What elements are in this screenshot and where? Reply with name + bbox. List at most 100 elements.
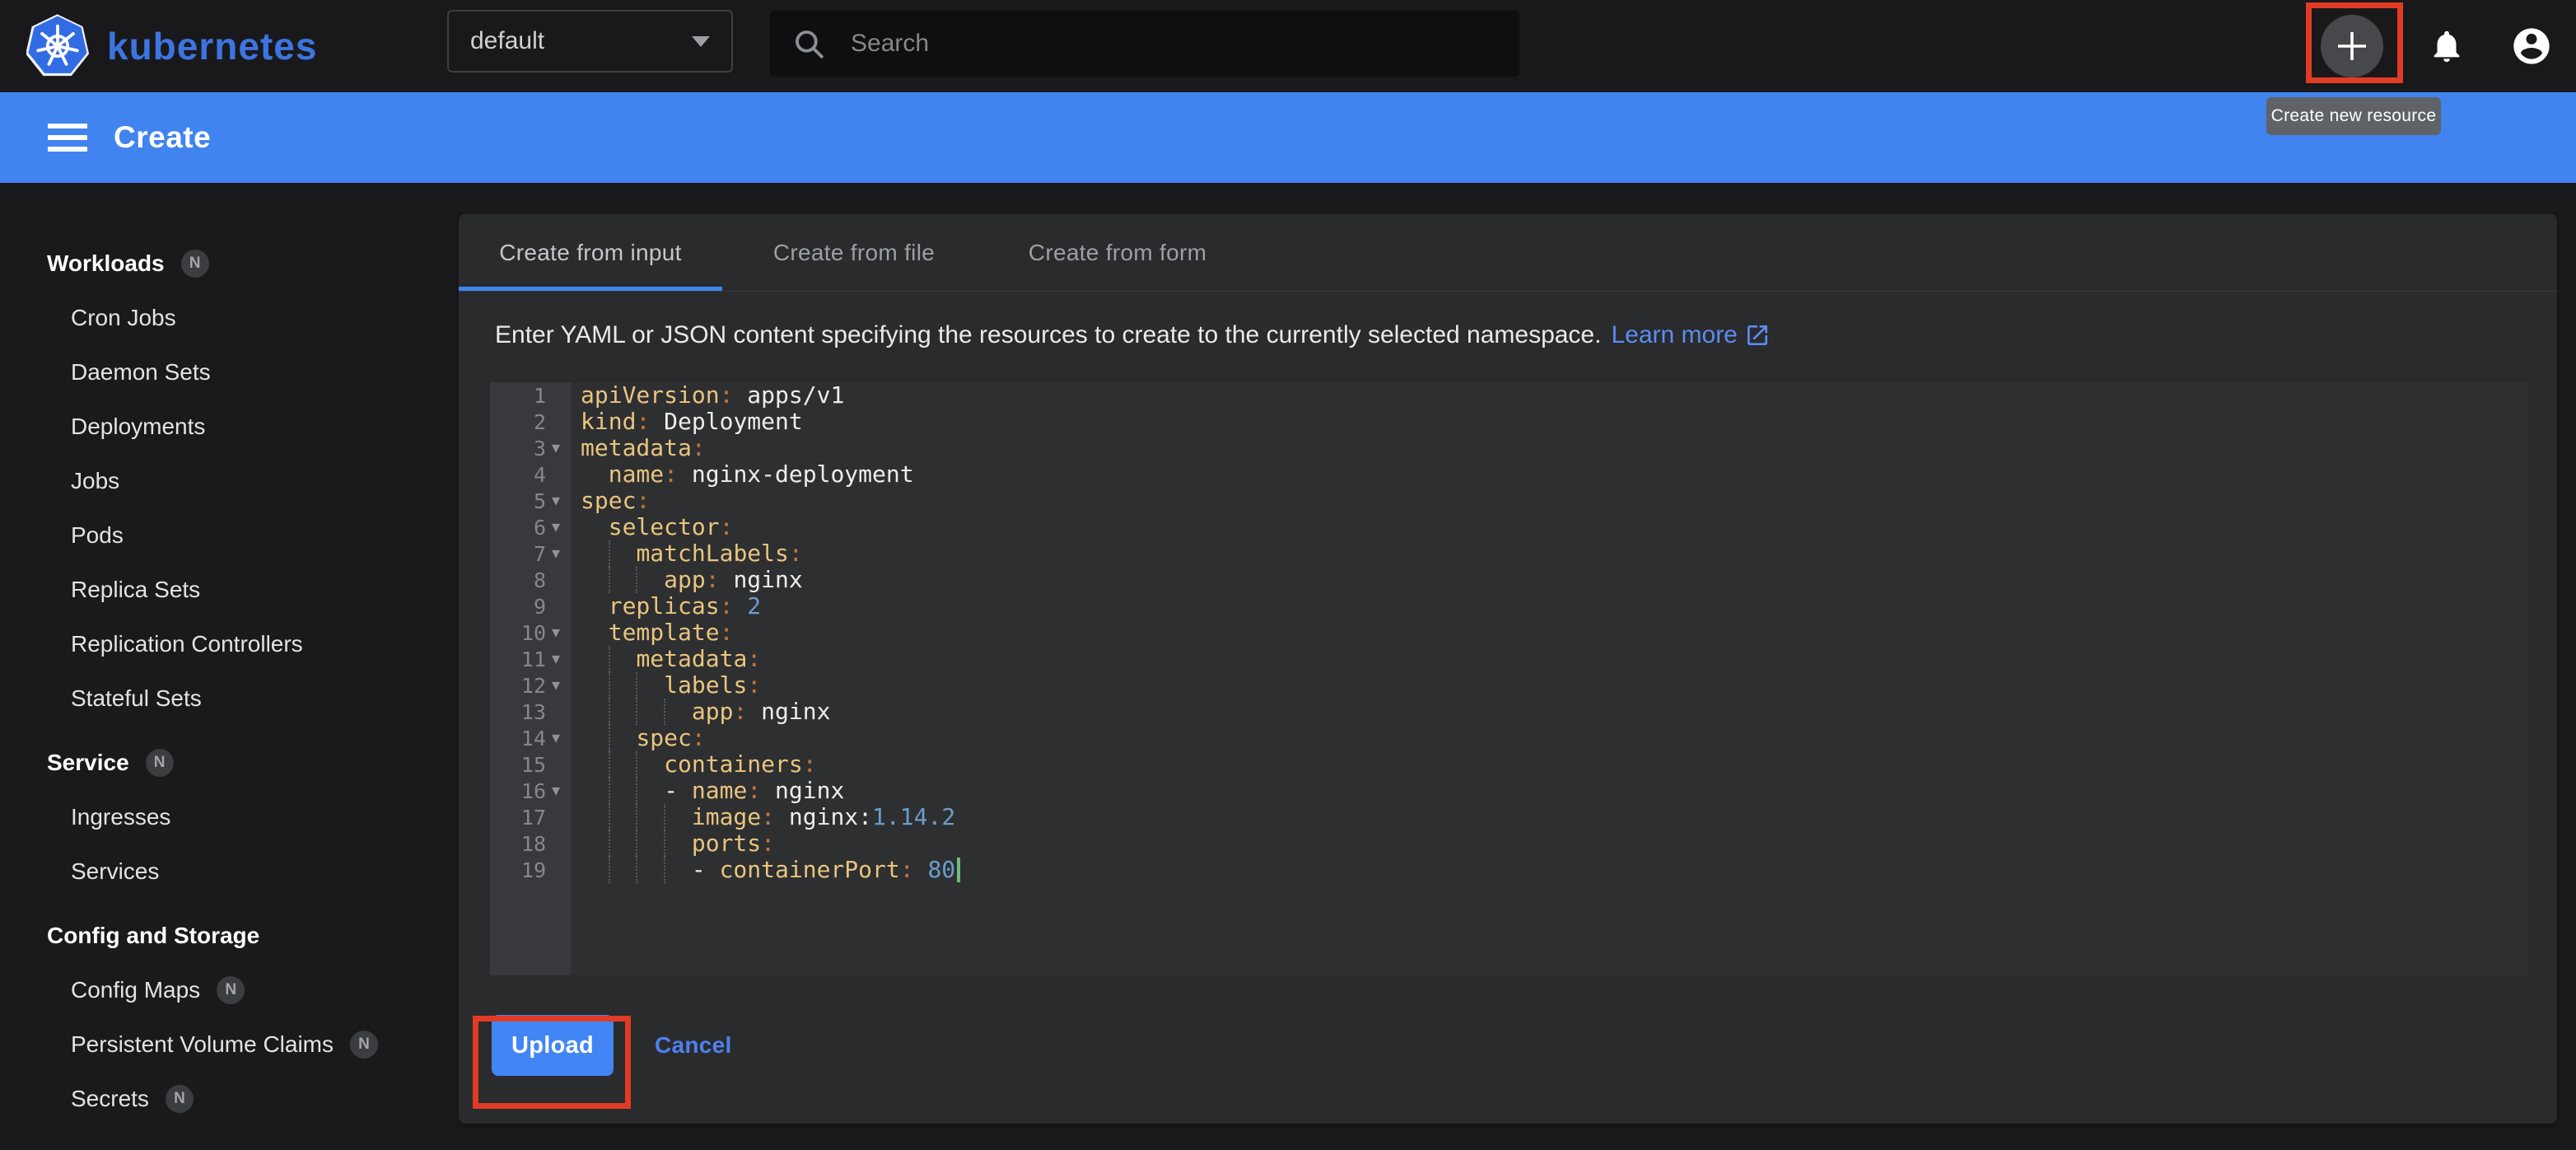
code-line-4[interactable]: 4 name: nginx-deployment xyxy=(490,461,2528,488)
sidebar-item-persistent-volume-claims[interactable]: Persistent Volume ClaimsN xyxy=(0,1017,459,1072)
code-line-2[interactable]: 2 kind: Deployment xyxy=(490,409,2528,435)
sidebar-item-ingresses[interactable]: Ingresses xyxy=(0,790,459,844)
indent-guide xyxy=(636,751,637,778)
fold-arrow-icon[interactable]: ▾ xyxy=(546,725,566,751)
gutter-cell: 5▾ xyxy=(490,488,571,514)
tab-label: Create from file xyxy=(773,240,935,266)
code-line-15[interactable]: 15 containers: xyxy=(490,751,2528,778)
code-content: containers: xyxy=(571,751,2528,778)
sidebar-item-stateful-sets[interactable]: Stateful Sets xyxy=(0,671,459,726)
gutter-cell: 11▾ xyxy=(490,646,571,672)
code-content: replicas: 2 xyxy=(571,593,2528,619)
search-input[interactable] xyxy=(851,30,1477,58)
code-line-18[interactable]: 18 ports: xyxy=(490,830,2528,857)
line-number: 15 xyxy=(521,753,546,777)
indent-guide xyxy=(636,672,637,699)
account-button[interactable] xyxy=(2510,25,2553,68)
fold-arrow-icon[interactable]: ▾ xyxy=(546,514,566,540)
code-line-13[interactable]: 13 app: nginx xyxy=(490,699,2528,725)
create-resource-button[interactable] xyxy=(2321,15,2383,77)
code-line-19[interactable]: 19 - containerPort: 80 xyxy=(490,857,2528,883)
code-line-7[interactable]: 7▾ matchLabels: xyxy=(490,540,2528,567)
code-line-1[interactable]: 1apiVersion: apps/v1 xyxy=(490,382,2528,409)
indent-guide xyxy=(664,857,665,883)
upload-button[interactable]: Upload xyxy=(492,1015,614,1076)
code-line-6[interactable]: 6▾ selector: xyxy=(490,514,2528,540)
code-line-8[interactable]: 8 app: nginx xyxy=(490,567,2528,593)
namespace-value: default xyxy=(470,27,692,55)
actions-row: Upload Cancel xyxy=(492,1015,2557,1076)
fold-arrow-icon[interactable]: ▾ xyxy=(546,778,566,804)
sidebar-item-pods[interactable]: Pods xyxy=(0,508,459,563)
code-line-14[interactable]: 14▾ spec: xyxy=(490,725,2528,751)
sidebar-label: Replication Controllers xyxy=(71,631,303,657)
code-text: replicas: 2 xyxy=(581,593,761,619)
notifications-button[interactable] xyxy=(2428,27,2466,65)
code-line-16[interactable]: 16▾ - name: nginx xyxy=(490,778,2528,804)
code-content: selector: xyxy=(571,514,2528,540)
indent-guide xyxy=(609,567,610,593)
code-content: spec: xyxy=(571,725,2528,751)
line-number: 5 xyxy=(534,489,546,513)
search-bar[interactable] xyxy=(770,11,1519,77)
sidebar-section-config-and-storage[interactable]: Config and Storage xyxy=(0,909,459,963)
sidebar-label: Services xyxy=(71,858,159,885)
code-content: spec: xyxy=(571,488,2528,514)
kubernetes-logo-icon xyxy=(26,13,89,79)
namespaced-badge: N xyxy=(350,1031,378,1059)
sidebar-item-secrets[interactable]: SecretsN xyxy=(0,1072,459,1126)
code-line-5[interactable]: 5▾spec: xyxy=(490,488,2528,514)
cancel-button[interactable]: Cancel xyxy=(655,1032,732,1059)
yaml-editor[interactable]: 1apiVersion: apps/v12 kind: Deployment3▾m… xyxy=(490,382,2528,975)
sidebar-section-workloads[interactable]: WorkloadsN xyxy=(0,236,459,291)
fold-arrow-icon[interactable]: ▾ xyxy=(546,672,566,699)
indent-guide xyxy=(609,830,610,857)
indent-guide xyxy=(636,857,637,883)
fold-arrow-icon[interactable]: ▾ xyxy=(546,488,566,514)
fold-arrow-icon[interactable]: ▾ xyxy=(546,646,566,672)
sidebar-item-services[interactable]: Services xyxy=(0,844,459,899)
sidebar-item-jobs[interactable]: Jobs xyxy=(0,454,459,508)
sidebar-item-daemon-sets[interactable]: Daemon Sets xyxy=(0,345,459,400)
page-title: Create xyxy=(114,120,211,155)
sidebar-item-deployments[interactable]: Deployments xyxy=(0,400,459,454)
code-text: containers: xyxy=(581,751,817,778)
gutter-cell: 7▾ xyxy=(490,540,571,567)
code-line-17[interactable]: 17 image: nginx:1.14.2 xyxy=(490,804,2528,830)
gutter-cell: 10▾ xyxy=(490,619,571,646)
sidebar-item-cron-jobs[interactable]: Cron Jobs xyxy=(0,291,459,345)
fold-arrow-icon[interactable]: ▾ xyxy=(546,435,566,461)
sidebar-label: Service xyxy=(47,750,129,776)
code-line-10[interactable]: 10▾ template: xyxy=(490,619,2528,646)
tab-create-from-form[interactable]: Create from form xyxy=(986,214,1249,291)
sidebar-item-config-maps[interactable]: Config MapsN xyxy=(0,963,459,1017)
code-line-9[interactable]: 9 replicas: 2 xyxy=(490,593,2528,619)
gutter-cell: 1 xyxy=(490,382,571,409)
code-content: kind: Deployment xyxy=(571,409,2528,435)
sidebar-label: Config Maps xyxy=(71,977,200,1003)
line-number: 10 xyxy=(521,621,546,645)
code-content: metadata: xyxy=(571,646,2528,672)
kubernetes-dashboard: { "colors": { "accent_blue": "#4285f4", … xyxy=(0,0,2576,1150)
gutter-cell: 15 xyxy=(490,751,571,778)
sidebar-item-replica-sets[interactable]: Replica Sets xyxy=(0,563,459,617)
namespace-selector[interactable]: default xyxy=(447,10,733,72)
code-text: app: nginx xyxy=(581,567,803,593)
code-line-11[interactable]: 11▾ metadata: xyxy=(490,646,2528,672)
menu-button[interactable] xyxy=(48,117,87,158)
learn-more-link[interactable]: Learn more xyxy=(1611,321,1770,349)
code-line-3[interactable]: 3▾metadata: xyxy=(490,435,2528,461)
brand[interactable]: kubernetes xyxy=(26,0,317,92)
tooltip-create-new-resource: Create new resource xyxy=(2266,97,2441,135)
hamburger-icon xyxy=(48,124,87,129)
tab-create-from-file[interactable]: Create from file xyxy=(722,214,986,291)
sidebar-item-replication-controllers[interactable]: Replication Controllers xyxy=(0,617,459,671)
fold-arrow-icon[interactable]: ▾ xyxy=(546,540,566,567)
tab-create-from-input[interactable]: Create from input xyxy=(459,214,722,291)
code-line-12[interactable]: 12▾ labels: xyxy=(490,672,2528,699)
fold-arrow-icon[interactable]: ▾ xyxy=(546,619,566,646)
sidebar-label: Deployments xyxy=(71,414,205,440)
indent-guide xyxy=(609,857,610,883)
line-number: 2 xyxy=(534,410,546,434)
sidebar-section-service[interactable]: ServiceN xyxy=(0,736,459,790)
